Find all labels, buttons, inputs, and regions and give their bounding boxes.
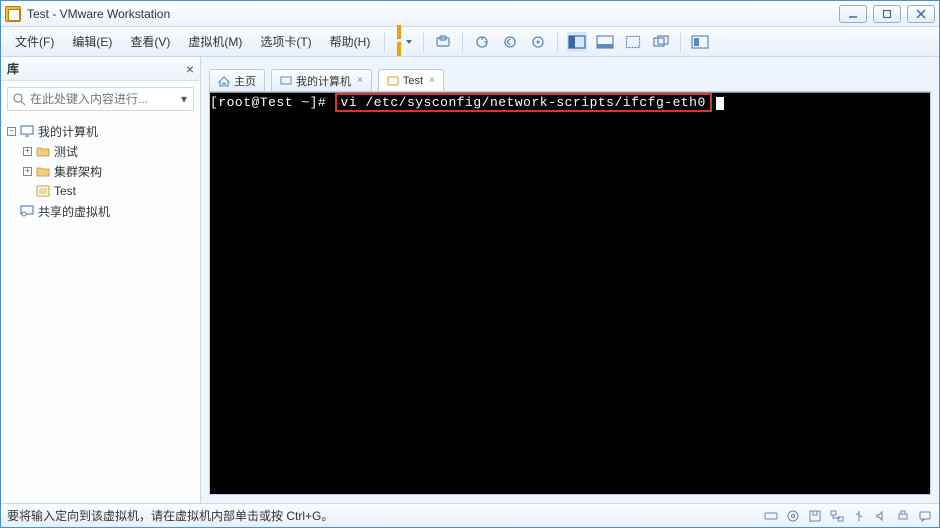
monitor-icon: [20, 125, 34, 137]
separator: [680, 32, 681, 52]
tree-label: 共享的虚拟机: [38, 203, 110, 220]
library-tree: − 我的计算机 + 测试 + 集群架构 Test: [1, 117, 200, 503]
vm-icon: [387, 76, 399, 86]
snapshot-manager-icon[interactable]: [528, 32, 548, 52]
status-hdd-icon[interactable]: [763, 508, 779, 524]
separator: [384, 32, 385, 52]
app-icon: [5, 6, 21, 22]
console-view-icon[interactable]: [567, 32, 587, 52]
terminal-command-highlight: vi /etc/sysconfig/network-scripts/ifcfg-…: [335, 93, 712, 112]
expander-icon[interactable]: −: [7, 127, 16, 136]
menubar: 文件(F) 编辑(E) 查看(V) 虚拟机(M) 选项卡(T) 帮助(H): [1, 27, 939, 57]
expander-icon[interactable]: +: [23, 147, 32, 156]
terminal-command: vi /etc/sysconfig/network-scripts/ifcfg-…: [341, 95, 706, 110]
search-box[interactable]: ▾: [7, 87, 194, 111]
tab-close-icon[interactable]: ×: [429, 75, 435, 86]
status-sound-icon[interactable]: [873, 508, 889, 524]
monitor-icon: [280, 76, 292, 86]
tab-label: Test: [403, 75, 423, 87]
search-icon: [12, 92, 26, 106]
menu-edit[interactable]: 编辑(E): [64, 29, 120, 54]
tab-label: 我的计算机: [296, 73, 351, 89]
vm-icon: [36, 185, 50, 197]
tree-node-test-folder[interactable]: + 测试: [7, 141, 194, 161]
separator: [462, 32, 463, 52]
status-floppy-icon[interactable]: [807, 508, 823, 524]
maximize-button[interactable]: [873, 5, 901, 23]
tab-close-icon[interactable]: ×: [357, 75, 363, 86]
sidebar-close-icon[interactable]: ×: [186, 62, 194, 76]
statusbar: 要将输入定向到该虚拟机，请在虚拟机内部单击或按 Ctrl+G。: [1, 503, 939, 527]
folder-icon: [36, 145, 50, 157]
body: 库 × ▾ − 我的计算机 + 测试 + 集群架构: [1, 57, 939, 503]
tree-label: Test: [54, 184, 76, 198]
sidebar: 库 × ▾ − 我的计算机 + 测试 + 集群架构: [1, 57, 201, 503]
menu-file[interactable]: 文件(F): [7, 29, 62, 54]
snapshot-take-icon[interactable]: [472, 32, 492, 52]
single-window-icon[interactable]: [595, 32, 615, 52]
sidebar-header: 库 ×: [1, 57, 200, 81]
thumbnail-icon[interactable]: [690, 32, 710, 52]
separator: [423, 32, 424, 52]
folder-icon: [36, 165, 50, 177]
terminal[interactable]: [root@Test ~]# vi /etc/sysconfig/network…: [210, 93, 930, 494]
window-controls: [839, 5, 935, 23]
unity-icon[interactable]: [651, 32, 671, 52]
status-cd-icon[interactable]: [785, 508, 801, 524]
status-printer-icon[interactable]: [895, 508, 911, 524]
tab-label: 主页: [234, 73, 256, 89]
expander-spacer: [23, 187, 32, 196]
minimize-button[interactable]: [839, 5, 867, 23]
tree-label: 集群架构: [54, 163, 102, 180]
menu-tabs[interactable]: 选项卡(T): [252, 29, 319, 54]
fullscreen-icon[interactable]: [623, 32, 643, 52]
terminal-window[interactable]: [root@Test ~]# vi /etc/sysconfig/network…: [209, 91, 931, 495]
terminal-prompt: [root@Test ~]#: [210, 95, 335, 110]
pause-button[interactable]: [394, 32, 414, 52]
home-icon: [218, 75, 230, 87]
tab-my-computer[interactable]: 我的计算机 ×: [271, 69, 372, 91]
menu-vm[interactable]: 虚拟机(M): [180, 29, 250, 54]
window-title: Test - VMware Workstation: [27, 7, 839, 21]
tree-node-test-vm[interactable]: Test: [7, 181, 194, 201]
tree-node-cluster[interactable]: + 集群架构: [7, 161, 194, 181]
terminal-cursor: [716, 97, 724, 110]
tree-label: 测试: [54, 143, 78, 160]
status-text: 要将输入定向到该虚拟机，请在虚拟机内部单击或按 Ctrl+G。: [7, 507, 757, 524]
titlebar: Test - VMware Workstation: [1, 1, 939, 27]
status-message-icon[interactable]: [917, 508, 933, 524]
tree-label: 我的计算机: [38, 123, 98, 140]
close-button[interactable]: [907, 5, 935, 23]
search-input[interactable]: [26, 92, 179, 106]
tabs: 主页 我的计算机 × Test ×: [209, 63, 931, 91]
tree-node-my-computer[interactable]: − 我的计算机: [7, 121, 194, 141]
status-network-icon[interactable]: [829, 508, 845, 524]
main-area: 主页 我的计算机 × Test × [root@Test ~]# vi /etc…: [201, 57, 939, 503]
tab-home[interactable]: 主页: [209, 69, 265, 91]
status-usb-icon[interactable]: [851, 508, 867, 524]
expander-spacer: [7, 207, 16, 216]
send-ctrl-alt-del-icon[interactable]: [433, 32, 453, 52]
tab-test[interactable]: Test ×: [378, 69, 444, 91]
snapshot-revert-icon[interactable]: [500, 32, 520, 52]
sidebar-title: 库: [7, 60, 186, 77]
separator: [557, 32, 558, 52]
expander-icon[interactable]: +: [23, 167, 32, 176]
tree-node-shared[interactable]: 共享的虚拟机: [7, 201, 194, 221]
menu-help[interactable]: 帮助(H): [322, 29, 379, 54]
menu-view[interactable]: 查看(V): [122, 29, 178, 54]
shared-vm-icon: [20, 205, 34, 217]
search-dropdown[interactable]: ▾: [179, 92, 189, 106]
